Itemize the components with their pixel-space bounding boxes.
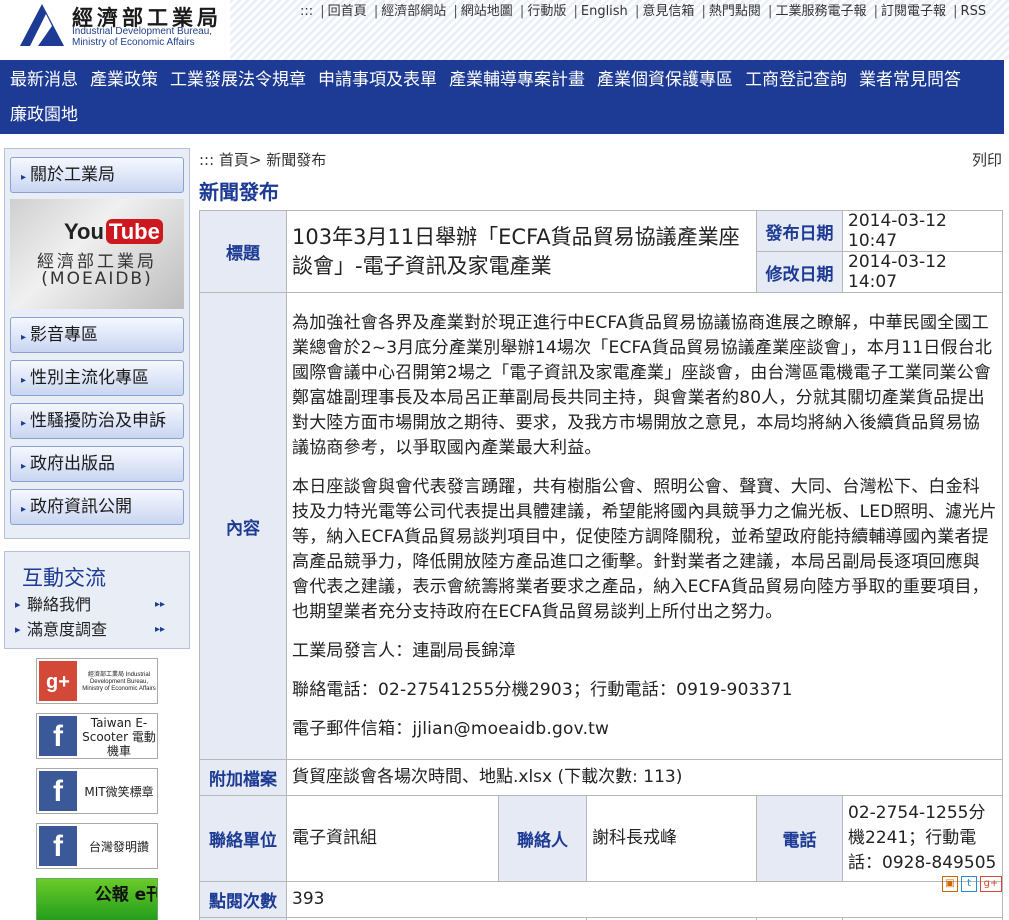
facebook-invention-link[interactable]: f 台灣發明讚 bbox=[36, 823, 158, 869]
logo-subtitle: Industrial Development Bureau, Ministry … bbox=[72, 26, 213, 48]
label-attachment: 附加檔案 bbox=[199, 759, 287, 796]
contact-phone: 聯絡電話：02-27541255分機2903；行動電話：0919-903371 bbox=[292, 679, 793, 700]
label-views: 點閱次數 bbox=[199, 881, 287, 918]
gazette-label: 公報 e刊 bbox=[94, 885, 158, 905]
sidebar-item-harassment[interactable]: ▸ 性騷擾防治及申訴 bbox=[10, 403, 184, 439]
news-title: 103年3月11日舉辦「ECFA貨品貿易協議產業座談會」-電子資訊及家電產業 bbox=[285, 210, 758, 293]
facebook-icon: f bbox=[39, 716, 77, 756]
youtube-channel-handle: (MOEAIDB) bbox=[41, 269, 153, 289]
print-button[interactable]: 列印 bbox=[972, 148, 1002, 172]
modify-date: 2014-03-12 14:07 bbox=[842, 251, 1004, 293]
interact-item-survey[interactable]: 滿意度調查▸▸ bbox=[15, 617, 183, 642]
nav-item-news[interactable]: 最新消息 bbox=[10, 66, 78, 101]
label-contact: 聯絡人 bbox=[498, 795, 587, 882]
toplink-moea[interactable]: 經濟部網站 bbox=[381, 4, 446, 19]
bullet-icon: ▸ bbox=[21, 504, 27, 515]
googleplus-label: 經濟部工業局 Industrial Development Bureau, Mi… bbox=[82, 671, 156, 692]
view-count: 393 bbox=[292, 889, 325, 909]
label-unit: 聯絡單位 bbox=[199, 795, 287, 882]
label-modify-date: 修改日期 bbox=[756, 251, 844, 293]
label-publish-date: 發布日期 bbox=[756, 210, 844, 252]
sidebar-item-gender[interactable]: ▸ 性別主流化專區 bbox=[10, 360, 184, 396]
main-nav: 最新消息 產業政策 工業發展法令規章 申請事項及表單 產業輔導專案計畫 產業個資… bbox=[0, 60, 1004, 134]
youtube-banner[interactable]: You Tube 經濟部工業局 (MOEAIDB) bbox=[10, 199, 184, 309]
label-title: 標題 bbox=[199, 210, 287, 293]
toplink-rss[interactable]: RSS bbox=[961, 4, 987, 19]
main-content: ::: 首頁> 新聞發布 列印 新聞發布 標題 103年3月11日舉辦「ECFA… bbox=[199, 148, 1004, 920]
skip-anchor[interactable]: ::: bbox=[300, 4, 313, 19]
facebook-mit-link[interactable]: f MIT微笑標章 bbox=[36, 768, 158, 814]
bullet-icon: ▸ bbox=[21, 461, 27, 472]
twitter-share-icon[interactable]: t bbox=[961, 876, 978, 892]
toplink-popular[interactable]: 熱門點閱 bbox=[709, 4, 761, 19]
gazette-link[interactable]: 公報 e刊 bbox=[36, 878, 158, 920]
views-cell: 393 ▣ t g+ bbox=[285, 876, 1004, 918]
sidebar-item-publications[interactable]: ▸ 政府出版品 bbox=[10, 446, 184, 482]
site-logo[interactable]: 經濟部工業局 Industrial Development Bureau, Mi… bbox=[16, 2, 236, 50]
nav-item-privacy[interactable]: 產業個資保護專區 bbox=[597, 66, 733, 101]
double-arrow-icon: ▸▸ bbox=[154, 624, 165, 635]
contact-person: 謝科長戎峰 bbox=[585, 795, 758, 882]
share-icons: ▣ t g+ bbox=[942, 876, 1003, 892]
facebook-invention-label: 台灣發明讚 bbox=[88, 840, 149, 854]
toplink-mobile[interactable]: 行動版 bbox=[527, 4, 566, 19]
logo-mark-icon bbox=[20, 4, 64, 46]
nav-item-projects[interactable]: 產業輔導專案計畫 bbox=[449, 66, 585, 101]
bullet-icon: ▸ bbox=[21, 418, 27, 429]
googleplus-icon: g+ bbox=[39, 661, 77, 701]
news-detail-table: 標題 103年3月11日舉辦「ECFA貨品貿易協議產業座談會」-電子資訊及家電產… bbox=[199, 210, 1004, 920]
top-links: ::: | 回首頁 | 經濟部網站 | 網站地圖 | 行動版 | English | 意見信… bbox=[300, 4, 987, 19]
interact-item-contact[interactable]: 聯絡我們▸▸ bbox=[15, 592, 183, 617]
double-arrow-icon: ▸▸ bbox=[154, 599, 165, 610]
left-sidebar: ▸ 關於工業局 You Tube 經濟部工業局 (MOEAIDB) ▸ 影音專區 ▸ 性… bbox=[4, 148, 190, 920]
nav-item-policy[interactable]: 產業政策 bbox=[90, 66, 158, 101]
breadcrumb[interactable]: ::: 首頁> 新聞發布 bbox=[199, 148, 1004, 172]
nav-item-registration[interactable]: 工商登記查詢 bbox=[745, 66, 847, 101]
toplink-subscribe[interactable]: 訂閱電子報 bbox=[881, 4, 946, 19]
toplink-english[interactable]: English bbox=[581, 4, 628, 19]
body-paragraph: 本日座談會與會代表發言踴躍，共有樹脂公會、照明公會、聲寶、大同、台灣松下、白金科… bbox=[292, 476, 997, 622]
youtube-logo: You Tube bbox=[64, 219, 163, 245]
toplink-sitemap[interactable]: 網站地圖 bbox=[461, 4, 513, 19]
nav-item-regulations[interactable]: 工業發展法令規章 bbox=[170, 66, 306, 101]
facebook-icon: f bbox=[39, 771, 77, 811]
contact-email: 電子郵件信箱：jjlian@moeaidb.gov.tw bbox=[292, 718, 610, 739]
publish-date: 2014-03-12 10:47 bbox=[842, 210, 1004, 252]
attachment-link[interactable]: 貨貿座談會各場次時間、地點.xlsx (下載次數: 113) bbox=[285, 759, 1004, 796]
googleplus-share-icon[interactable]: g+ bbox=[980, 876, 1003, 892]
sidebar-item-about[interactable]: ▸ 關於工業局 bbox=[10, 157, 184, 193]
spokesperson: 工業局發言人：連副局長錦漳 bbox=[292, 640, 516, 661]
bullet-icon: ▸ bbox=[21, 332, 27, 343]
facebook-icon: f bbox=[39, 826, 77, 866]
sidebar-item-media[interactable]: ▸ 影音專區 bbox=[10, 317, 184, 353]
body-paragraph: 為加強社會各界及產業對於現正進行中ECFA貨品貿易協議協商進展之瞭解，中華民國全… bbox=[292, 312, 993, 458]
sidebar-menu: ▸ 關於工業局 You Tube 經濟部工業局 (MOEAIDB) ▸ 影音專區 ▸ 性… bbox=[4, 148, 190, 539]
nav-item-faq[interactable]: 業者常見問答 bbox=[859, 66, 961, 101]
facebook-mit-label: MIT微笑標章 bbox=[84, 785, 154, 799]
sidebar-item-info-disclosure[interactable]: ▸ 政府資訊公開 bbox=[10, 489, 184, 525]
googleplus-link[interactable]: g+ 經濟部工業局 Industrial Development Bureau,… bbox=[36, 658, 158, 704]
bullet-icon: ▸ bbox=[21, 172, 27, 183]
label-body: 內容 bbox=[199, 292, 287, 760]
nav-item-applications[interactable]: 申請事項及表單 bbox=[318, 66, 437, 101]
facebook-escooter-link[interactable]: f Taiwan E-Scooter 電動機車 bbox=[36, 713, 158, 759]
toplink-feedback[interactable]: 意見信箱 bbox=[642, 4, 694, 19]
interact-box: 互動交流 聯絡我們▸▸ 滿意度調查▸▸ bbox=[4, 551, 190, 649]
plurk-share-icon[interactable]: ▣ bbox=[942, 876, 959, 892]
toplink-newsletter[interactable]: 工業服務電子報 bbox=[775, 4, 866, 19]
nav-item-integrity[interactable]: 廉政園地 bbox=[10, 101, 78, 136]
facebook-escooter-label: Taiwan E-Scooter 電動機車 bbox=[82, 716, 156, 758]
label-phone: 電話 bbox=[756, 795, 844, 882]
news-body: 為加強社會各界及產業對於現正進行中ECFA貨品貿易協議協商進展之瞭解，中華民國全… bbox=[285, 292, 1004, 760]
contact-unit: 電子資訊組 bbox=[286, 795, 499, 882]
toplink-home[interactable]: 回首頁 bbox=[328, 4, 367, 19]
interact-title: 互動交流 bbox=[22, 566, 106, 590]
bullet-icon: ▸ bbox=[21, 375, 27, 386]
contact-phone-number: 02-2754-1255分機2241；行動電話：0928-849505 bbox=[842, 795, 1004, 882]
social-links: g+ 經濟部工業局 Industrial Development Bureau,… bbox=[36, 658, 190, 920]
page-title: 新聞發布 bbox=[199, 180, 279, 204]
site-header: 經濟部工業局 Industrial Development Bureau, Mi… bbox=[0, 0, 1009, 60]
